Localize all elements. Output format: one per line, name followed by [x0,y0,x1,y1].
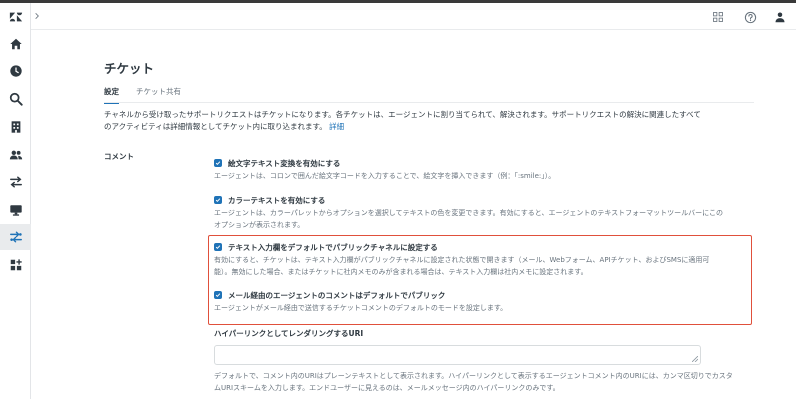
uri-field-help: デフォルトで、コメント内のURIはプレーンテキストとして表示されます。ハイパーリ… [214,372,733,392]
option-title: カラーテキストを有効にする [228,195,326,205]
page-description: チャネルから受け取ったサポートリクエストはチケットになります。各チケットは、エー… [104,109,704,133]
people-icon[interactable] [0,142,31,168]
comment-section-label: コメント [104,152,134,161]
building-icon[interactable] [0,114,31,140]
option-emoji: 絵文字テキスト変換を有効にする エージェントは、コロンで囲んだ絵文字コードを入力… [214,157,724,183]
transfer-icon[interactable] [0,169,31,195]
objects-icon[interactable] [0,224,31,250]
tab-bar: 設定 チケット共有 [104,86,198,104]
option-description: エージェントは、カラーパレットからオプションを選択してテキストの色を変更できます… [214,209,723,229]
uri-textarea[interactable] [214,345,701,365]
tab-settings[interactable]: 設定 [104,86,119,104]
logo-icon[interactable] [0,4,31,30]
sidebar [0,3,31,399]
monitor-icon[interactable] [0,197,31,223]
public-channel-checkbox[interactable] [214,243,222,251]
option-email-public: メール経由のエージェントのコメントはデフォルトでパブリック エージェントがメール… [214,289,724,315]
search-icon[interactable] [0,86,31,112]
option-title: メール経由のエージェントのコメントはデフォルトでパブリック [228,290,446,300]
option-title: 絵文字テキスト変換を有効にする [228,158,341,168]
top-bar [31,3,796,30]
main-content: チケット 設定 チケット共有 チャネルから受け取ったサポートリクエストはチケット… [31,31,796,399]
option-title: テキスト入力欄をデフォルトでパブリックチャネルに設定する [228,242,438,252]
page-title: チケット [104,61,155,76]
grid-icon[interactable] [710,9,726,25]
tabs-divider [104,102,754,103]
clock-icon[interactable] [0,58,31,84]
email-public-checkbox[interactable] [214,291,222,299]
option-color-text: カラーテキストを有効にする エージェントは、カラーパレットからオプションを選択し… [214,194,724,231]
uri-field-label: ハイパーリンクとしてレンダリングするURI [214,329,364,338]
option-description: 有効にすると、チケットは、テキスト入力欄がパブリックチャネルに設定された状態で開… [214,256,710,276]
help-icon[interactable] [742,9,758,25]
home-icon[interactable] [0,31,31,57]
user-icon[interactable] [772,9,788,25]
color-text-checkbox[interactable] [214,196,222,204]
description-text: チャネルから受け取ったサポートリクエストはチケットになります。各チケットは、エー… [104,110,701,131]
tab-ticket-sharing[interactable]: チケット共有 [136,86,181,102]
option-description: エージェントがメール経由で送信するチケットコメントのデフォルトのモードを設定しま… [214,304,508,312]
chevron-right-icon[interactable] [31,10,43,22]
option-public-channel: テキスト入力欄をデフォルトでパブリックチャネルに設定する 有効にすると、チケット… [214,241,724,278]
learn-more-link[interactable]: 詳細 [329,122,344,131]
resize-handle-icon[interactable] [692,356,698,362]
emoji-checkbox[interactable] [214,159,222,167]
apps-icon[interactable] [0,252,31,278]
option-description: エージェントは、コロンで囲んだ絵文字コードを入力することで、絵文字を挿入できます… [214,172,556,180]
